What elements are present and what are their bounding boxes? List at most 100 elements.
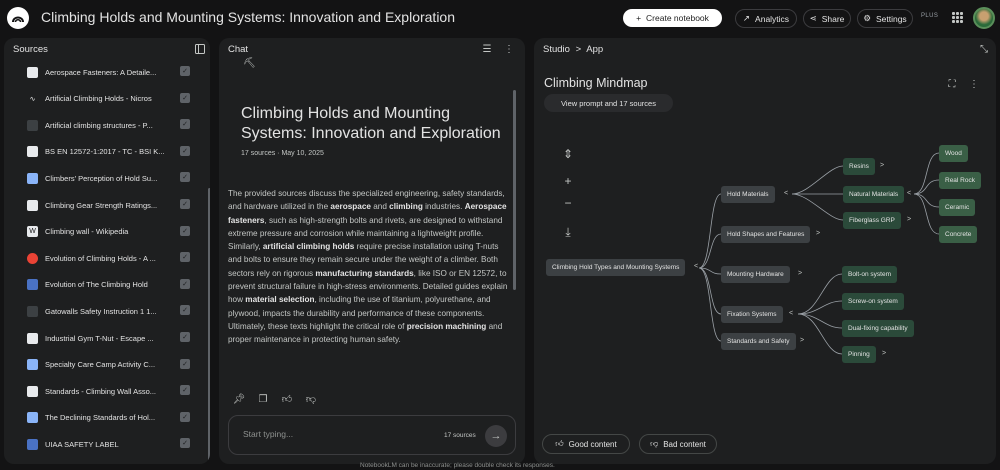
source-checkbox[interactable]: ✓ — [180, 305, 190, 316]
source-checkbox[interactable]: ✓ — [180, 199, 190, 209]
mindmap-connectors — [698, 152, 940, 355]
notebooklm-logo-icon[interactable] — [7, 7, 29, 29]
node-wood[interactable]: Wood — [939, 145, 968, 162]
doc-icon — [27, 385, 38, 397]
source-item[interactable]: Gatowalls Safety Instruction 1 1... ✓ — [27, 304, 192, 318]
source-checkbox[interactable]: ✓ — [180, 92, 190, 103]
node-natural-materials[interactable]: Natural Materials — [843, 186, 905, 203]
node-fixation-systems[interactable]: Fixation Systems — [721, 306, 783, 323]
source-checkbox[interactable]: ✓ — [180, 332, 190, 342]
node-mounting-hardware[interactable]: Mounting Hardware — [721, 266, 790, 283]
good-content-button[interactable]: 👍︎ Good content — [542, 434, 630, 454]
expand-chevron-icon[interactable]: > — [880, 162, 884, 169]
expand-chevron-icon[interactable]: > — [907, 216, 911, 223]
source-item[interactable]: Standards - Climbing Wall Asso... ✓ — [27, 384, 192, 398]
note-emoji-icon: ⛏ — [243, 58, 256, 69]
source-item[interactable]: Climbers' Perception of Hold Su... ✓ — [27, 171, 192, 185]
source-item[interactable]: Evolution of Climbing Holds - A ... ✓ — [27, 251, 192, 265]
node-concrete[interactable]: Concrete — [939, 226, 978, 243]
source-item[interactable]: Aerospace Fasteners: A Detaile... ✓ — [27, 65, 192, 79]
avatar[interactable] — [973, 7, 995, 29]
send-arrow-icon[interactable]: → — [485, 425, 507, 447]
node-standards-safety[interactable]: Standards and Safety — [721, 333, 796, 350]
source-checkbox[interactable]: ✓ — [180, 278, 190, 289]
source-checkbox[interactable]: ✓ — [180, 172, 190, 183]
chat-header: Chat — [228, 43, 249, 55]
source-item-label: The Declining Standards of Hol... — [45, 413, 156, 423]
node-resins[interactable]: Resins — [843, 158, 875, 175]
expand-chevron-icon[interactable]: > — [882, 350, 886, 357]
source-item-label: Standards - Climbing Wall Asso... — [45, 386, 157, 396]
doc-icon — [27, 146, 38, 158]
studio-panel: Studio > App ⤡ Climbing Mindmap ⛶ ⋮ View… — [534, 38, 996, 464]
node-screw-on[interactable]: Screw-on system — [842, 293, 904, 310]
source-item-label: Climbing Gear Strength Ratings... — [45, 200, 158, 210]
chat-input-field[interactable]: Start typing... — [243, 429, 293, 439]
apps-grid-icon[interactable] — [952, 12, 963, 23]
wiki-icon: W — [27, 226, 38, 238]
collapse-chevron-icon[interactable]: < — [784, 190, 788, 197]
chat-scrollbar[interactable] — [513, 90, 516, 290]
collapse-chevron-icon[interactable]: < — [694, 263, 698, 270]
collapse-chevron-icon[interactable]: < — [789, 310, 793, 317]
source-item-label: Climbers' Perception of Hold Su... — [45, 173, 158, 183]
node-pinning[interactable]: Pinning — [842, 346, 876, 363]
expand-chevron-icon[interactable]: > — [800, 337, 804, 344]
collapse-chevron-icon[interactable]: < — [907, 190, 911, 197]
pin-icon[interactable]: 📌︎ — [233, 393, 246, 405]
blue-icon — [27, 438, 38, 450]
note-actions: 📌︎ ❐ 👍︎ 👎︎ — [233, 393, 317, 406]
source-checkbox[interactable]: ✓ — [180, 225, 190, 236]
settings-button[interactable]: ⚙ Settings — [857, 9, 913, 28]
source-item[interactable]: Industrial Gym T-Nut - Escape ... ✓ — [27, 331, 192, 345]
source-checkbox[interactable]: ✓ — [180, 252, 190, 263]
source-item-label: BS EN 12572-1:2017 - TC - BSI K... — [45, 147, 165, 157]
source-checkbox[interactable]: ✓ — [180, 385, 190, 396]
node-ceramic[interactable]: Ceramic — [939, 199, 976, 216]
analytics-button[interactable]: ↗ Analytics — [735, 9, 797, 28]
source-checkbox[interactable]: ✓ — [180, 119, 190, 130]
node-bolt-on[interactable]: Bolt-on system — [842, 266, 897, 283]
node-real-rock[interactable]: Real Rock — [939, 172, 981, 189]
more-vert-icon[interactable]: ⋮ — [503, 43, 515, 55]
source-item[interactable]: Climbing Gear Strength Ratings... ✓ — [27, 198, 192, 212]
expand-chevron-icon[interactable]: > — [816, 230, 820, 237]
tune-icon[interactable]: ☰ — [481, 43, 493, 55]
share-button[interactable]: ⋖ Share — [803, 9, 851, 28]
node-dual-fixing[interactable]: Dual-fixing capability — [842, 320, 914, 337]
chat-input-box[interactable]: Start typing... 17 sources → — [228, 415, 516, 455]
source-item[interactable]: ∿ Artificial Climbing Holds - Nicros ✓ — [27, 92, 192, 106]
gear-icon: ⚙ — [863, 13, 871, 23]
source-checkbox[interactable]: ✓ — [180, 145, 190, 156]
source-checkbox[interactable]: ✓ — [180, 438, 190, 449]
source-item[interactable]: Artificial climbing structures - P... ✓ — [27, 118, 192, 132]
color-icon — [27, 412, 38, 424]
collapse-panel-icon[interactable] — [194, 43, 206, 55]
sources-header: Sources — [13, 43, 48, 55]
create-notebook-button[interactable]: + Create notebook — [623, 9, 722, 27]
plan-badge: PLUS — [921, 13, 939, 19]
source-checkbox[interactable]: ✓ — [180, 66, 190, 76]
source-item[interactable]: BS EN 12572-1:2017 - TC - BSI K... ✓ — [27, 145, 192, 159]
chat-panel: Chat ☰ ⋮ ⛏ Climbing Holds and Mounting S… — [219, 38, 525, 464]
source-item-label: Gatowalls Safety Instruction 1 1... — [45, 306, 157, 316]
source-item[interactable]: Specialty Care Camp Activity C... ✓ — [27, 358, 192, 372]
sources-scrollbar[interactable] — [208, 188, 210, 464]
expand-chevron-icon[interactable]: > — [798, 270, 802, 277]
thumb-up-icon[interactable]: 👍︎ — [281, 393, 293, 405]
thumb-down-icon: 👎︎ — [650, 439, 659, 448]
bad-content-button[interactable]: 👎︎ Bad content — [639, 434, 717, 454]
copy-icon[interactable]: ❐ — [257, 393, 269, 405]
source-item[interactable]: W Climbing wall - Wikipedia ✓ — [27, 225, 192, 239]
source-checkbox[interactable]: ✓ — [180, 358, 190, 369]
source-checkbox[interactable]: ✓ — [180, 411, 190, 422]
node-hold-materials[interactable]: Hold Materials — [721, 186, 775, 203]
thumb-down-icon[interactable]: 👎︎ — [305, 393, 317, 405]
node-hold-shapes[interactable]: Hold Shapes and Features — [721, 226, 811, 243]
notebook-title[interactable]: Climbing Holds and Mounting Systems: Inn… — [41, 9, 455, 25]
node-fiberglass[interactable]: Fiberglass GRP — [843, 212, 901, 229]
mindmap-root-node[interactable]: Climbing Hold Types and Mounting Systems — [546, 259, 686, 276]
source-item[interactable]: The Declining Standards of Hol... ✓ — [27, 411, 192, 425]
source-item[interactable]: Evolution of The Climbing Hold ✓ — [27, 278, 192, 292]
source-item[interactable]: UIAA SAFETY LABEL ✓ — [27, 437, 192, 451]
